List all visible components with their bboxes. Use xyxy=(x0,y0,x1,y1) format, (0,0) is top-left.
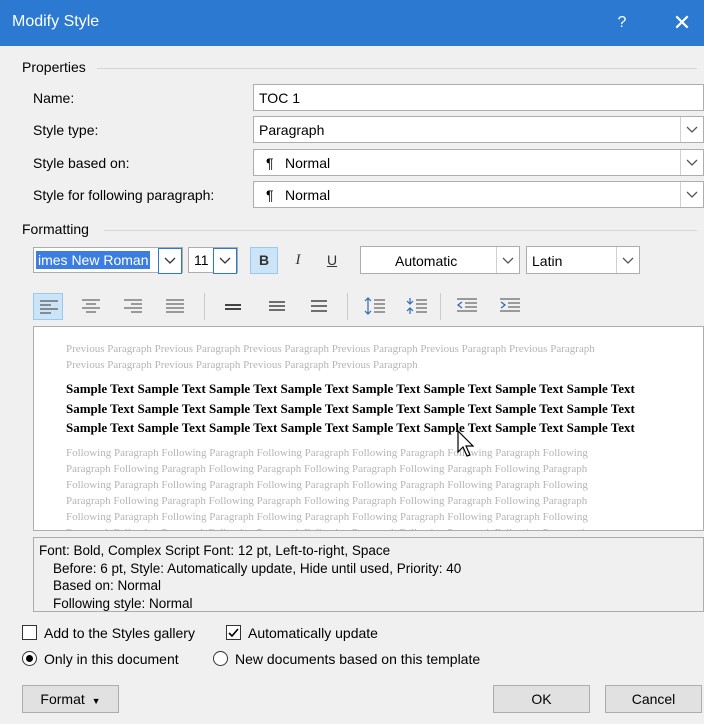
based-on-dropdown[interactable]: ¶ Normal xyxy=(253,149,704,176)
align-right-icon xyxy=(124,299,142,313)
decrease-spacing-before-button[interactable] xyxy=(402,293,432,320)
toolbar-separator xyxy=(347,293,348,320)
increase-indent-button[interactable] xyxy=(495,293,525,320)
style-type-value: Paragraph xyxy=(259,122,325,138)
name-field[interactable]: TOC 1 xyxy=(253,84,704,111)
underline-button[interactable]: U xyxy=(318,247,346,274)
title-bar: Modify Style ? ✕ xyxy=(0,0,704,46)
only-this-document-radio[interactable] xyxy=(22,651,37,666)
align-left-icon xyxy=(40,300,58,314)
align-left-button[interactable] xyxy=(33,293,63,320)
ok-button[interactable]: OK xyxy=(493,685,590,713)
space-before-icon xyxy=(364,297,385,315)
add-to-gallery-label[interactable]: Add to the Styles gallery xyxy=(44,625,195,641)
font-size-value: 11 xyxy=(194,252,209,268)
description-line: Before: 6 pt, Style: Automatically updat… xyxy=(53,560,462,576)
add-to-gallery-checkbox[interactable] xyxy=(22,625,37,640)
name-label: Name: xyxy=(33,90,75,106)
new-documents-radio[interactable] xyxy=(213,651,228,666)
following-style-value: Normal xyxy=(285,187,331,203)
single-spacing-button[interactable] xyxy=(218,293,248,320)
auto-update-label[interactable]: Automatically update xyxy=(248,625,378,641)
single-spacing-icon xyxy=(225,304,241,310)
preview-previous-paragraph: Previous Paragraph Previous Paragraph Pr… xyxy=(66,343,595,371)
chevron-down-icon[interactable] xyxy=(680,150,703,175)
name-value: TOC 1 xyxy=(259,90,300,106)
description-line: Following style: Normal xyxy=(53,595,193,611)
space-after-icon xyxy=(406,298,427,314)
formatting-divider xyxy=(104,230,697,231)
style-preview: Previous Paragraph Previous Paragraph Pr… xyxy=(33,326,704,531)
script-value: Latin xyxy=(532,253,563,269)
bold-button[interactable]: B xyxy=(250,247,278,274)
style-type-dropdown[interactable]: Paragraph xyxy=(253,116,704,143)
format-button-label: Format xyxy=(40,691,85,707)
decrease-indent-button[interactable] xyxy=(452,293,482,320)
italic-button[interactable]: I xyxy=(284,247,312,274)
increase-spacing-before-button[interactable] xyxy=(360,293,390,320)
help-button[interactable]: ? xyxy=(604,9,640,37)
double-spacing-icon xyxy=(311,300,327,312)
format-button[interactable]: Format ▼ xyxy=(22,685,119,713)
chevron-down-icon[interactable] xyxy=(616,247,639,273)
align-center-button[interactable] xyxy=(76,293,106,320)
checkmark-icon xyxy=(228,628,239,638)
chevron-down-icon[interactable] xyxy=(680,117,703,142)
align-center-icon xyxy=(82,299,100,313)
mouse-cursor-icon xyxy=(457,430,475,457)
triangle-down-icon: ▼ xyxy=(91,696,101,706)
chevron-down-icon[interactable] xyxy=(496,247,519,273)
font-name-combo[interactable]: imes New Roman xyxy=(33,247,183,274)
font-size-combo[interactable]: 11 xyxy=(188,247,238,274)
following-style-label: Style for following paragraph: xyxy=(33,187,215,203)
decrease-indent-icon xyxy=(456,298,477,312)
close-button[interactable]: ✕ xyxy=(664,9,700,37)
based-on-label: Style based on: xyxy=(33,155,130,171)
pilcrow-icon: ¶ xyxy=(266,155,274,171)
properties-divider xyxy=(97,68,697,69)
description-line: Font: Bold, Complex Script Font: 12 pt, … xyxy=(39,543,391,558)
cancel-button[interactable]: Cancel xyxy=(605,685,702,713)
pilcrow-icon: ¶ xyxy=(266,187,274,203)
style-description: Font: Bold, Complex Script Font: 12 pt, … xyxy=(33,537,704,612)
font-color-dropdown[interactable]: Automatic xyxy=(360,246,520,274)
font-color-value: Automatic xyxy=(395,253,458,269)
following-style-dropdown[interactable]: ¶ Normal xyxy=(253,181,704,208)
double-spacing-button[interactable] xyxy=(304,293,334,320)
only-this-document-label[interactable]: Only in this document xyxy=(44,651,179,667)
style-type-label: Style type: xyxy=(33,122,99,138)
justify-icon xyxy=(166,299,184,313)
based-on-value: Normal xyxy=(285,155,331,171)
justify-button[interactable] xyxy=(160,293,190,320)
onehalf-spacing-button[interactable] xyxy=(262,293,292,320)
auto-update-checkbox[interactable] xyxy=(226,625,241,640)
chevron-down-icon[interactable] xyxy=(680,182,703,207)
chevron-down-icon[interactable] xyxy=(213,248,237,274)
script-dropdown[interactable]: Latin xyxy=(526,246,640,274)
preview-following-paragraph: Following Paragraph Following Paragraph … xyxy=(66,447,588,530)
new-documents-label[interactable]: New documents based on this template xyxy=(235,651,480,667)
formatting-section-label: Formatting xyxy=(22,221,89,237)
font-name-value[interactable]: imes New Roman xyxy=(36,251,151,269)
toolbar-separator xyxy=(204,293,205,320)
align-right-button[interactable] xyxy=(118,293,148,320)
increase-indent-icon xyxy=(500,298,520,312)
onehalf-spacing-icon xyxy=(269,301,285,311)
chevron-down-icon[interactable] xyxy=(158,248,182,274)
toolbar-separator xyxy=(440,293,441,320)
preview-sample-text: Sample Text Sample Text Sample Text Samp… xyxy=(66,381,635,435)
dialog-title: Modify Style xyxy=(12,13,100,30)
description-line: Based on: Normal xyxy=(53,578,162,593)
properties-section-label: Properties xyxy=(22,59,86,75)
